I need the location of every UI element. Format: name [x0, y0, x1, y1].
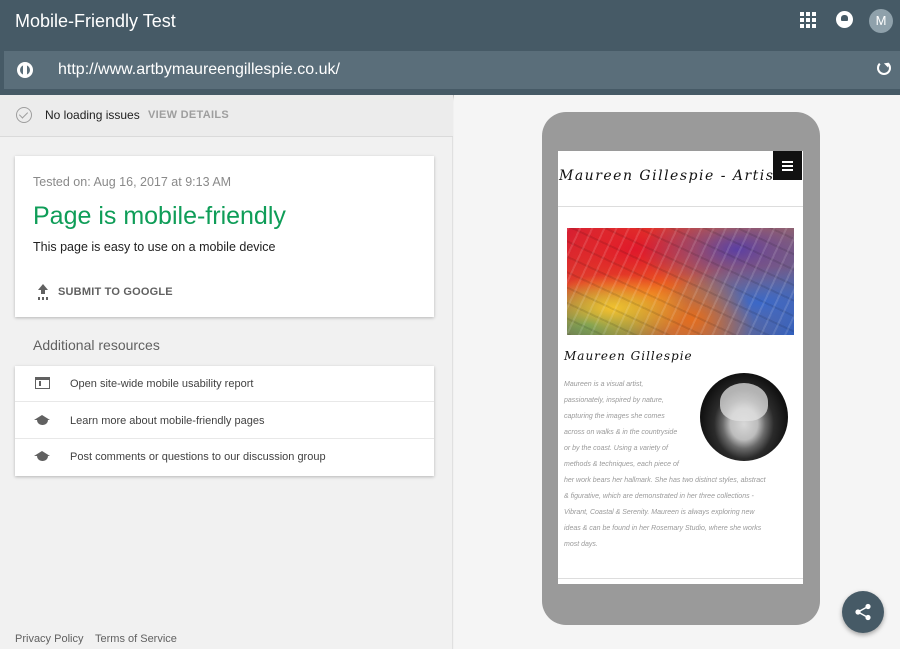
privacy-policy-link[interactable]: Privacy Policy	[15, 633, 83, 645]
share-button[interactable]	[842, 591, 884, 633]
bio-line: Maureen is a visual artist,	[564, 381, 644, 388]
globe-icon	[17, 62, 33, 78]
share-icon	[855, 603, 871, 621]
app-header: Mobile-Friendly Test M http://www.artbym…	[0, 0, 900, 95]
verdict-description: This page is easy to use on a mobile dev…	[33, 240, 276, 254]
bio-line: capturing the images she comes	[564, 413, 665, 420]
status-text: No loading issues	[45, 108, 140, 122]
bio-line: methods & techniques, each piece of	[564, 461, 679, 468]
tested-on-text: Tested on: Aug 16, 2017 at 9:13 AM	[33, 175, 232, 189]
avatar[interactable]: M	[869, 9, 893, 33]
preview-panel: Maureen Gillespie - Artist Maureen Gille…	[454, 95, 900, 649]
check-circle-icon	[16, 107, 32, 123]
verdict-heading: Page is mobile-friendly	[33, 202, 286, 230]
resources-list: Open site-wide mobile usability report L…	[15, 366, 434, 476]
result-card: Tested on: Aug 16, 2017 at 9:13 AM Page …	[15, 156, 434, 317]
resource-item-learn-more[interactable]: Learn more about mobile-friendly pages	[15, 403, 434, 439]
bio-line: most days.	[564, 541, 598, 548]
phone-frame: Maureen Gillespie - Artist Maureen Gille…	[542, 112, 820, 625]
resources-title: Additional resources	[33, 337, 160, 353]
divider	[558, 206, 803, 207]
url-input[interactable]: http://www.artbymaureengillespie.co.uk/	[58, 61, 340, 79]
resource-item-usability-report[interactable]: Open site-wide mobile usability report	[15, 366, 434, 402]
bio-line: & figurative, which are demonstrated in …	[564, 493, 754, 500]
resource-label[interactable]: Open site-wide mobile usability report	[70, 378, 253, 390]
web-icon	[35, 377, 50, 389]
artist-bio: Maureen is a visual artist, passionately…	[564, 377, 792, 553]
bio-line: or by the coast. Using a variety of	[564, 445, 668, 452]
divider	[558, 578, 803, 579]
resource-label[interactable]: Post comments or questions to our discus…	[70, 451, 326, 463]
results-panel: No loading issues VIEW DETAILS Tested on…	[0, 95, 453, 649]
bio-line: passionately, inspired by nature,	[564, 397, 664, 404]
painting-image	[567, 228, 794, 335]
notifications-icon[interactable]	[836, 11, 853, 28]
bio-line: Vibrant, Coastal & Serenity. Maureen is …	[564, 509, 755, 516]
menu-icon[interactable]	[773, 151, 802, 180]
bio-line: across on walks & in the countryside	[564, 429, 678, 436]
artist-heading: Maureen Gillespie	[564, 349, 693, 363]
school-icon	[34, 451, 51, 463]
resource-label[interactable]: Learn more about mobile-friendly pages	[70, 415, 264, 427]
submit-to-google-button[interactable]: SUBMIT TO GOOGLE	[58, 286, 173, 298]
app-title: Mobile-Friendly Test	[15, 11, 176, 31]
school-icon	[34, 415, 51, 427]
phone-screen[interactable]: Maureen Gillespie - Artist Maureen Gille…	[558, 151, 803, 584]
terms-of-service-link[interactable]: Terms of Service	[95, 633, 177, 645]
refresh-icon[interactable]	[877, 61, 891, 75]
apps-grid-icon[interactable]	[800, 12, 816, 28]
bio-line: her work bears her hallmark. She has two…	[564, 477, 766, 484]
upload-icon[interactable]	[37, 284, 49, 298]
view-details-button[interactable]: VIEW DETAILS	[148, 109, 229, 121]
site-title: Maureen Gillespie - Artist	[559, 168, 782, 184]
loading-status-bar: No loading issues VIEW DETAILS	[0, 95, 453, 137]
url-bar[interactable]: http://www.artbymaureengillespie.co.uk/	[4, 51, 900, 89]
bio-line: ideas & can be found in her Rosemary Stu…	[564, 525, 762, 532]
resource-item-discussion-group[interactable]: Post comments or questions to our discus…	[15, 439, 434, 475]
